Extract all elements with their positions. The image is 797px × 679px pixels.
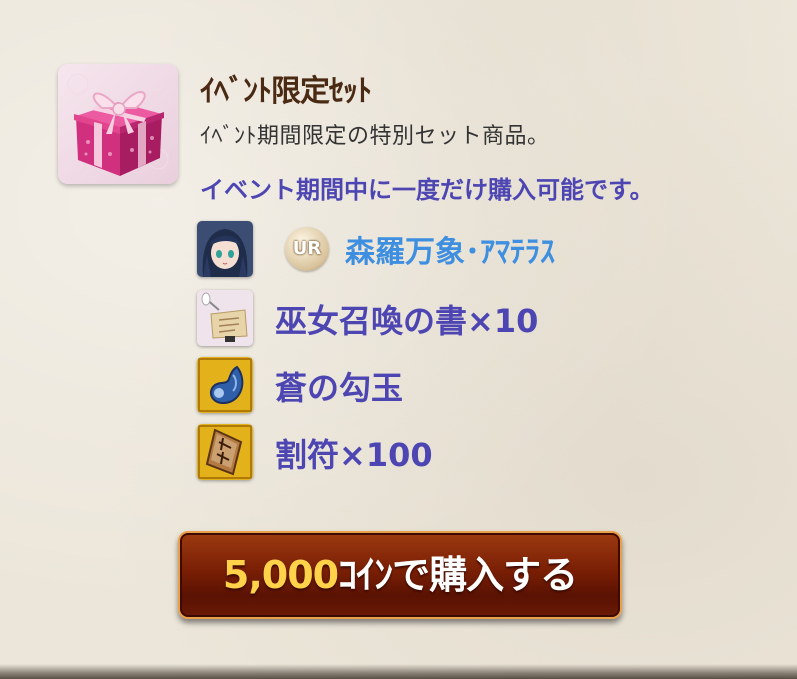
item-name: 森羅万象･ｱﾏﾃﾗｽ [345,235,555,270]
purchase-button-label: ｺｲﾝで購入する [338,553,578,597]
price-amount: 5,000 [222,553,339,597]
purchase-limit-notice: イベント期間中に一度だけ購入可能です。 [200,176,654,204]
item-name: 蒼の勾玉 [275,369,404,407]
summon-scroll-icon [197,290,253,346]
item-name: 巫女召喚の書×10 [275,302,539,340]
tally-plaque-icon [197,424,253,480]
character-portrait-icon [197,221,253,277]
list-item: 割符×100 [197,424,757,480]
set-title: ｲﾍﾞﾝﾄ限定ｾｯﾄ [200,74,372,109]
list-item: 巫女召喚の書×10 [197,290,757,346]
list-item: UR 森羅万象･ｱﾏﾃﾗｽ [197,221,757,277]
set-description: ｲﾍﾞﾝﾄ期間限定の特別セット商品。 [200,124,550,149]
list-item: 蒼の勾玉 [197,357,757,413]
blue-magatama-icon [197,357,253,413]
bottom-divider [0,664,797,679]
gift-box-icon [58,64,178,184]
purchase-button[interactable]: 5,000ｺｲﾝで購入する [178,531,622,619]
item-name: 割符×100 [275,436,433,474]
rarity-badge: UR [285,227,329,271]
